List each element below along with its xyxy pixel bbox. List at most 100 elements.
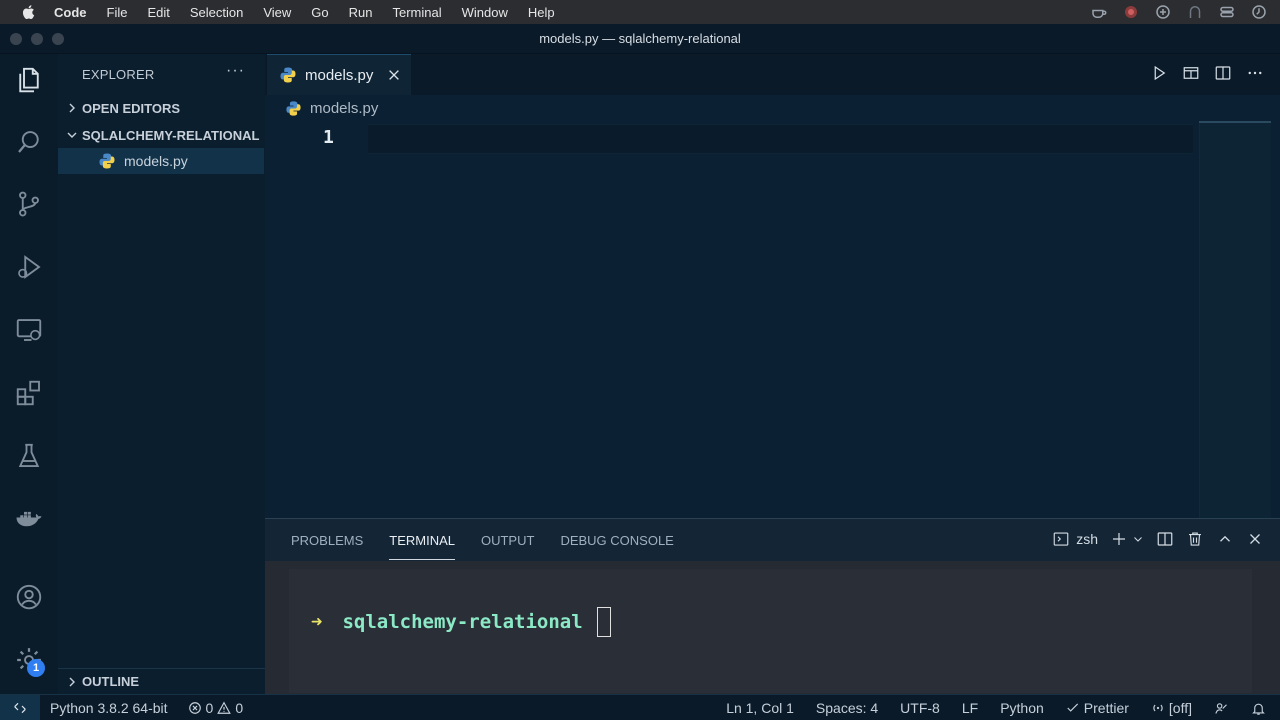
menu-window[interactable]: Window	[462, 5, 508, 20]
python-interpreter[interactable]: Python 3.8.2 64-bit	[50, 700, 168, 716]
folder-label: SQLALCHEMY-RELATIONAL	[82, 127, 260, 143]
tab-problems[interactable]: PROBLEMS	[291, 519, 363, 561]
menu-go[interactable]: Go	[311, 5, 328, 20]
remote-explorer-icon[interactable]	[13, 314, 45, 346]
breadcrumb-file[interactable]: models.py	[310, 100, 378, 117]
terminal[interactable]: ➜ sqlalchemy-relational	[265, 561, 1280, 695]
trash-icon[interactable]	[1186, 530, 1204, 548]
live-share-status[interactable]: [off]	[1151, 700, 1192, 716]
check-double-icon	[1067, 703, 1078, 712]
code-editor[interactable]: 1	[265, 121, 1280, 518]
menu-app-name[interactable]: Code	[54, 5, 87, 20]
bottom-panel: PROBLEMS TERMINAL OUTPUT DEBUG CONSOLE z…	[265, 518, 1280, 695]
chevron-down-icon[interactable]	[1132, 533, 1144, 545]
run-debug-icon[interactable]	[13, 251, 45, 283]
tab-label: models.py	[305, 66, 374, 84]
open-editors-label: OPEN EDITORS	[82, 100, 181, 116]
breadcrumb: models.py	[265, 95, 1280, 121]
cursor-position[interactable]: Ln 1, Col 1	[726, 700, 794, 716]
end-of-line[interactable]: LF	[962, 700, 978, 716]
broadcast-icon	[1153, 704, 1163, 712]
split-editor-icon[interactable]	[1214, 64, 1232, 82]
python-file-icon	[280, 67, 296, 83]
file-encoding[interactable]: UTF-8	[900, 700, 940, 716]
testing-icon[interactable]	[13, 440, 45, 472]
feedback-icon[interactable]	[1214, 701, 1229, 716]
tab-output[interactable]: OUTPUT	[481, 519, 534, 561]
tab-debug-console[interactable]: DEBUG CONSOLE	[560, 519, 673, 561]
minimap-slider[interactable]	[1199, 121, 1271, 123]
maximize-panel-icon[interactable]	[1216, 530, 1234, 548]
docker-icon[interactable]	[13, 503, 45, 535]
menu-selection[interactable]: Selection	[190, 5, 243, 20]
warning-count: 0	[235, 699, 244, 716]
sidebar-title: EXPLORER	[82, 67, 155, 82]
coffee-icon[interactable]	[1090, 3, 1108, 21]
extensions-icon[interactable]	[13, 377, 45, 409]
chevron-right-icon	[69, 103, 75, 113]
chevron-right-icon	[69, 677, 75, 686]
manage-badge: 1	[27, 659, 45, 677]
clock-icon[interactable]	[1250, 3, 1268, 21]
new-terminal-icon[interactable]	[1110, 530, 1128, 548]
window-controls	[10, 33, 64, 45]
menu-terminal[interactable]: Terminal	[393, 5, 442, 20]
run-file-icon[interactable]	[1150, 64, 1168, 82]
language-mode[interactable]: Python	[1000, 700, 1044, 716]
zoom-window-button[interactable]	[52, 33, 64, 45]
formatter-name: Prettier	[1083, 700, 1129, 716]
error-count: 0	[205, 699, 214, 716]
search-icon[interactable]	[13, 126, 45, 158]
menu-run[interactable]: Run	[349, 5, 373, 20]
user-status-icon[interactable]	[1186, 3, 1204, 21]
open-editors-section[interactable]: OPEN EDITORS	[58, 95, 265, 121]
tab-terminal[interactable]: TERMINAL	[389, 519, 455, 561]
apple-logo-icon[interactable]	[20, 3, 38, 21]
menu-edit[interactable]: Edit	[147, 5, 169, 20]
open-preview-icon[interactable]	[1182, 64, 1200, 82]
python-file-icon	[286, 100, 301, 116]
split-terminal-icon[interactable]	[1156, 530, 1174, 548]
close-window-button[interactable]	[10, 33, 22, 45]
file-tree-item[interactable]: models.py	[58, 148, 264, 174]
indentation[interactable]: Spaces: 4	[816, 700, 878, 716]
record-icon[interactable]	[1122, 3, 1140, 21]
warning-icon	[217, 701, 232, 714]
file-name: models.py	[124, 153, 188, 169]
terminal-shell-selector[interactable]: zsh	[1052, 530, 1098, 548]
close-tab-icon[interactable]	[387, 68, 401, 82]
more-actions-icon[interactable]	[1246, 64, 1264, 82]
macos-menubar: Code File Edit Selection View Go Run Ter…	[0, 0, 1280, 24]
menu-file[interactable]: File	[107, 5, 128, 20]
current-line-highlight	[368, 124, 1193, 154]
shell-name: zsh	[1076, 531, 1098, 547]
prompt-directory: sqlalchemy-relational	[342, 611, 583, 633]
remote-indicator-button[interactable]	[0, 694, 40, 720]
python-file-icon	[99, 153, 115, 169]
prettier-status[interactable]: Prettier	[1066, 700, 1129, 716]
terminal-icon	[1053, 532, 1069, 546]
line-number: 1	[323, 127, 334, 148]
tab-models-py[interactable]: models.py	[267, 54, 411, 95]
terminal-cursor	[596, 607, 611, 637]
more-actions-icon[interactable]: ···	[226, 62, 245, 80]
menu-view[interactable]: View	[263, 5, 291, 20]
minimize-window-button[interactable]	[31, 33, 43, 45]
notifications-bell-icon[interactable]	[1251, 701, 1266, 716]
close-panel-icon[interactable]	[1246, 530, 1264, 548]
minimap[interactable]	[1199, 121, 1271, 518]
source-control-icon[interactable]	[13, 188, 45, 220]
problems-summary[interactable]: 0 0	[188, 699, 244, 716]
sync-icon[interactable]	[1154, 3, 1172, 21]
account-icon[interactable]	[13, 581, 45, 613]
terminal-prompt: ➜ sqlalchemy-relational	[311, 607, 611, 637]
explorer-icon[interactable]	[13, 64, 45, 96]
menu-help[interactable]: Help	[528, 5, 555, 20]
terminal-viewport[interactable]: ➜ sqlalchemy-relational	[289, 569, 1252, 693]
control-center-icon[interactable]	[1218, 3, 1236, 21]
explorer-sidebar: EXPLORER ··· OPEN EDITORS SQLALCHEMY-REL…	[58, 54, 265, 694]
outline-section[interactable]: OUTLINE	[58, 668, 265, 694]
panel-actions: zsh	[1052, 530, 1264, 548]
folder-section[interactable]: SQLALCHEMY-RELATIONAL	[58, 122, 265, 148]
error-icon	[188, 701, 201, 714]
